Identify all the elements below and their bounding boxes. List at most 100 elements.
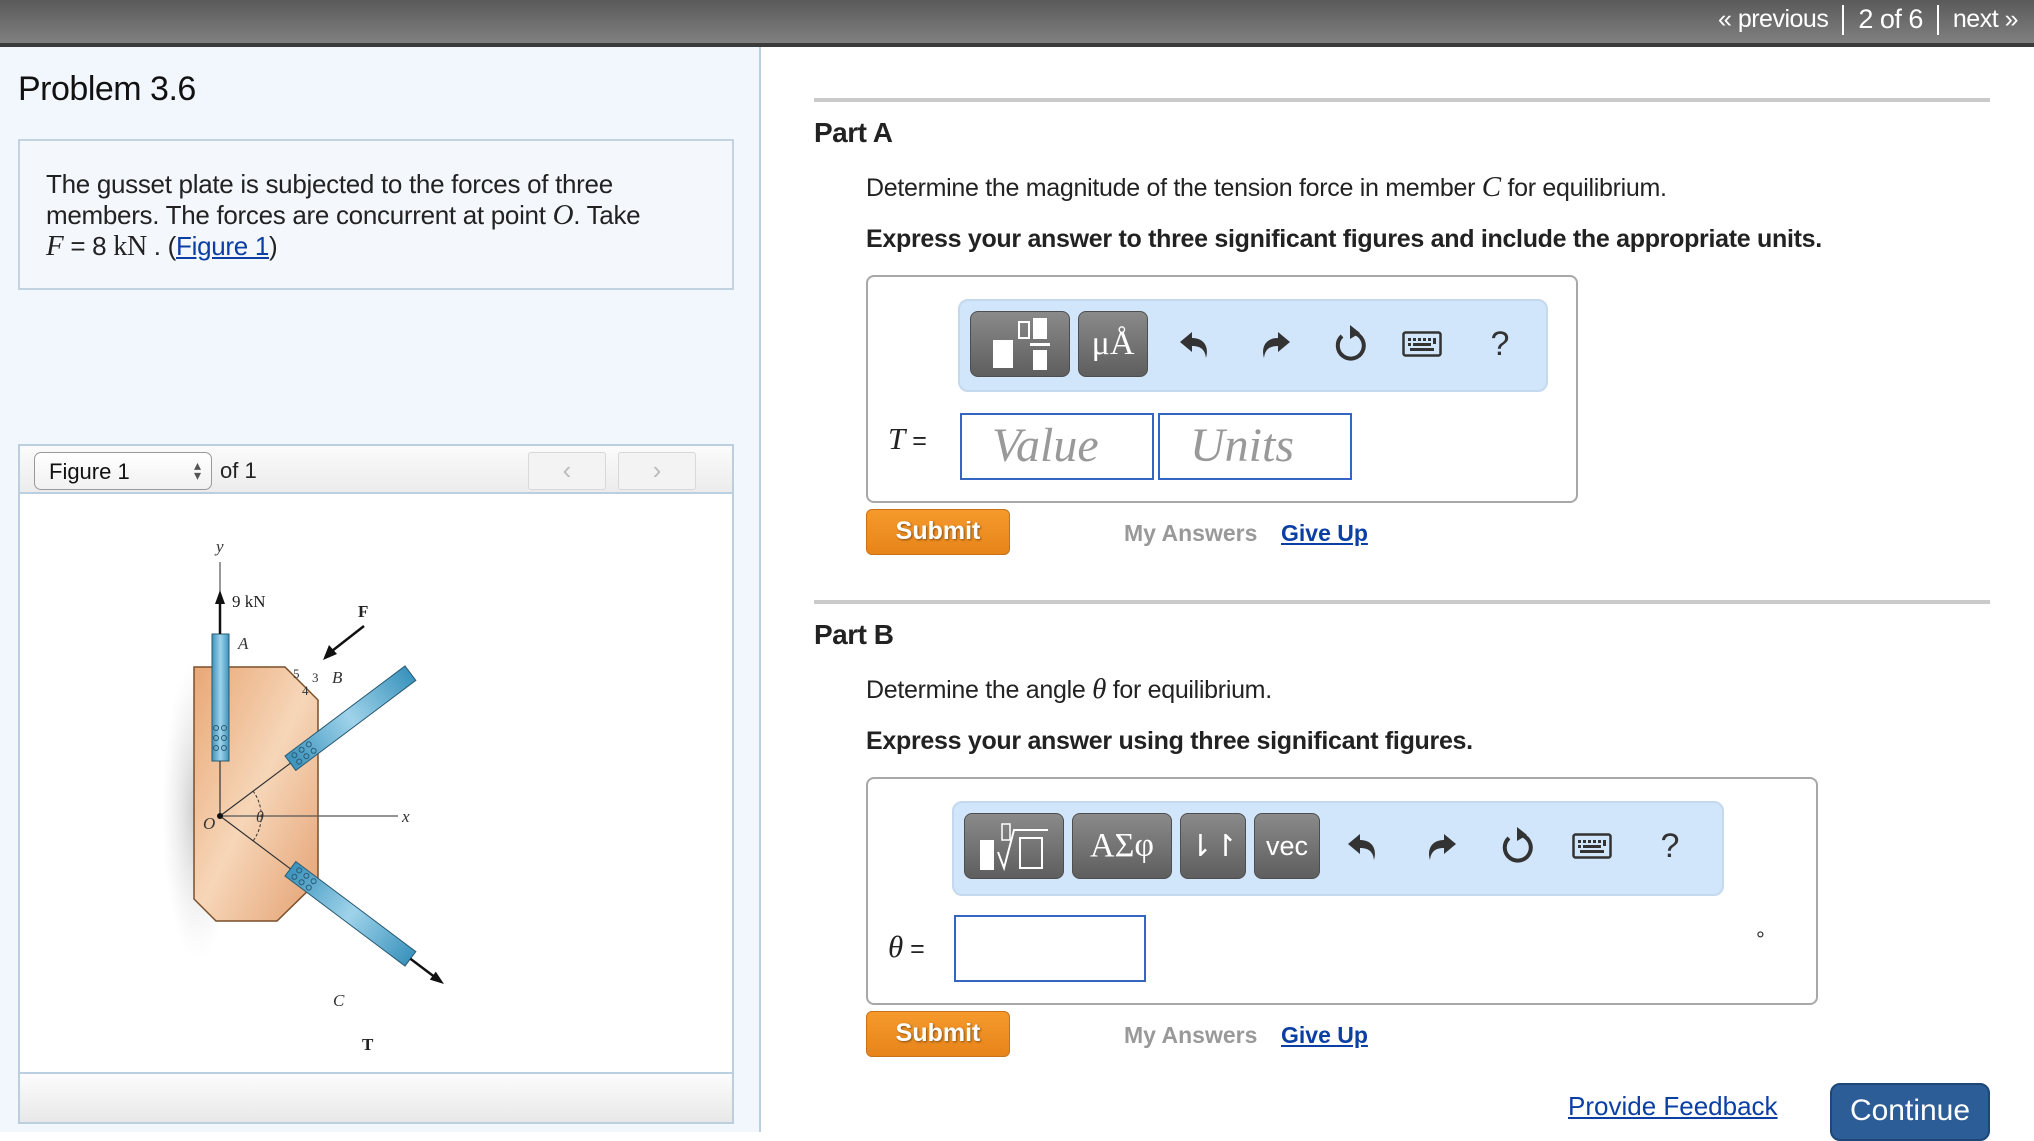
figure-next-button[interactable]: ›	[618, 452, 696, 490]
part-b-instruction: Express your answer using three signific…	[866, 727, 1473, 755]
continue-button[interactable]: Continue	[1830, 1083, 1990, 1141]
redo-button[interactable]	[1246, 315, 1302, 373]
force-f-label: F	[358, 602, 368, 621]
angle-variable: θ	[1092, 673, 1107, 705]
arrows-button[interactable]: ⇂↾	[1180, 813, 1246, 879]
member-c-label: C	[333, 991, 345, 1010]
point-symbol: O	[552, 199, 574, 231]
radical-templates-button[interactable]	[964, 813, 1064, 879]
equals-sign: =	[905, 427, 927, 455]
description-text: . Take	[573, 200, 641, 230]
next-link[interactable]: next »	[1953, 5, 2019, 34]
slope-label-5: 5	[293, 666, 300, 681]
templates-button[interactable]	[970, 311, 1070, 377]
angle-label: θ	[256, 809, 264, 826]
equals-sign: =	[903, 935, 925, 963]
keyboard-icon	[1572, 833, 1612, 859]
value-input[interactable]: Value	[960, 413, 1154, 480]
select-arrows-icon: ▴ ▾	[193, 457, 201, 483]
previous-link[interactable]: « previous	[1718, 5, 1829, 34]
greek-icon: ΑΣφ	[1090, 827, 1154, 864]
reset-button[interactable]	[1323, 315, 1379, 373]
question-text: for equilibrium.	[1500, 174, 1667, 202]
figure-footer	[20, 1072, 732, 1122]
help-icon: ?	[1660, 826, 1680, 865]
problem-title: Problem 3.6	[18, 70, 196, 108]
part-a-give-up-link[interactable]: Give Up	[1281, 520, 1368, 547]
figure-select[interactable]: Figure 1 ▴ ▾	[34, 452, 212, 490]
figure-link[interactable]: Figure 1	[176, 231, 269, 261]
part-a-variable-label: T =	[888, 421, 927, 457]
part-b-submit-button[interactable]: Submit	[866, 1011, 1010, 1057]
units-icon: μÅ	[1091, 325, 1135, 362]
top-bar: « previous 2 of 6 next »	[0, 0, 2034, 47]
provide-feedback-link[interactable]: Provide Feedback	[1568, 1091, 1778, 1122]
part-a-label: Part A	[814, 117, 893, 148]
figure-prev-button[interactable]: ‹	[528, 452, 606, 490]
question-text: Determine the magnitude of the tension f…	[866, 174, 1482, 202]
problem-description: The gusset plate is subjected to the for…	[18, 139, 734, 290]
vector-icon: vec	[1265, 830, 1309, 861]
chevron-left-icon: ‹	[562, 455, 572, 485]
part-a-submit-button[interactable]: Submit	[866, 509, 1010, 555]
vector-button[interactable]: vec	[1254, 813, 1320, 879]
tension-variable: T	[888, 421, 906, 456]
part-b-my-answers: My Answers	[1124, 1022, 1258, 1048]
figure-count: of 1	[220, 458, 257, 483]
figure-image: y 9 kN A 5 3 4 B F C T x O θ	[20, 494, 732, 1072]
description-text: members. The forces are concurrent at po…	[46, 200, 553, 230]
nav-separator	[1936, 4, 1939, 35]
arrowhead	[215, 590, 225, 604]
description-text: = 8	[63, 231, 114, 261]
figure-header: Figure 1 ▴ ▾ of 1 ‹ ›	[20, 446, 732, 494]
problem-position: 2 of 6	[1858, 4, 1923, 34]
part-a-question: Determine the magnitude of the tension f…	[866, 171, 1667, 204]
part-b-label: Part B	[814, 619, 894, 650]
keyboard-button[interactable]	[1564, 817, 1620, 875]
origin-label: O	[203, 814, 215, 833]
slope-label-3: 3	[312, 670, 319, 685]
units-input[interactable]: Units	[1158, 413, 1352, 480]
part-a-instruction: Express your answer to three significant…	[866, 225, 1822, 253]
force-variable: F	[46, 230, 64, 262]
questions-panel: Part A Determine the magnitude of the te…	[762, 47, 2034, 1141]
reset-button[interactable]	[1490, 817, 1546, 875]
help-button[interactable]: ?	[1472, 315, 1528, 373]
units-button[interactable]: μÅ	[1078, 311, 1148, 377]
force-t-label: T	[362, 1035, 374, 1054]
figure-viewer: Figure 1 ▴ ▾ of 1 ‹ › y 9 kN A 5 3 4 B F…	[18, 444, 734, 1124]
part-b-question: Determine the angle θ for equilibrium.	[866, 673, 1272, 706]
question-text: for equilibrium.	[1106, 676, 1272, 704]
undo-icon	[1180, 332, 1207, 358]
help-button[interactable]: ?	[1642, 817, 1698, 875]
templates-icon	[993, 318, 1050, 370]
redo-icon	[1263, 332, 1290, 358]
y-axis-label: y	[214, 537, 224, 556]
description-text: . (	[146, 231, 177, 261]
slope-label-4: 4	[302, 683, 309, 698]
member-variable: C	[1481, 171, 1501, 203]
part-b-variable-label: θ =	[888, 929, 925, 965]
member-b-label: B	[332, 668, 343, 687]
undo-button[interactable]	[1336, 817, 1392, 875]
undo-button[interactable]	[1168, 315, 1224, 373]
part-b-give-up-link[interactable]: Give Up	[1281, 1022, 1368, 1049]
part-a-answer-box: μÅ ? T = Value Units	[866, 275, 1578, 503]
part-a-divider	[814, 98, 1990, 102]
keyboard-icon	[1402, 331, 1442, 357]
angle-input[interactable]	[954, 915, 1146, 982]
unit-text: kN	[113, 231, 147, 262]
help-icon: ?	[1490, 324, 1510, 363]
radical-templates-icon	[980, 823, 1048, 872]
greek-symbols-button[interactable]: ΑΣφ	[1072, 813, 1172, 879]
redo-button[interactable]	[1412, 817, 1468, 875]
redo-icon	[1429, 834, 1456, 860]
arrows-icon: ⇂↾	[1187, 829, 1239, 863]
force-a-label: 9 kN	[232, 592, 266, 611]
reset-icon	[1335, 325, 1366, 361]
figure-select-value: Figure 1	[49, 459, 130, 484]
origin-point	[217, 813, 223, 819]
keyboard-button[interactable]	[1394, 315, 1450, 373]
reset-icon	[1502, 827, 1533, 863]
degree-unit: °	[1756, 927, 1765, 952]
